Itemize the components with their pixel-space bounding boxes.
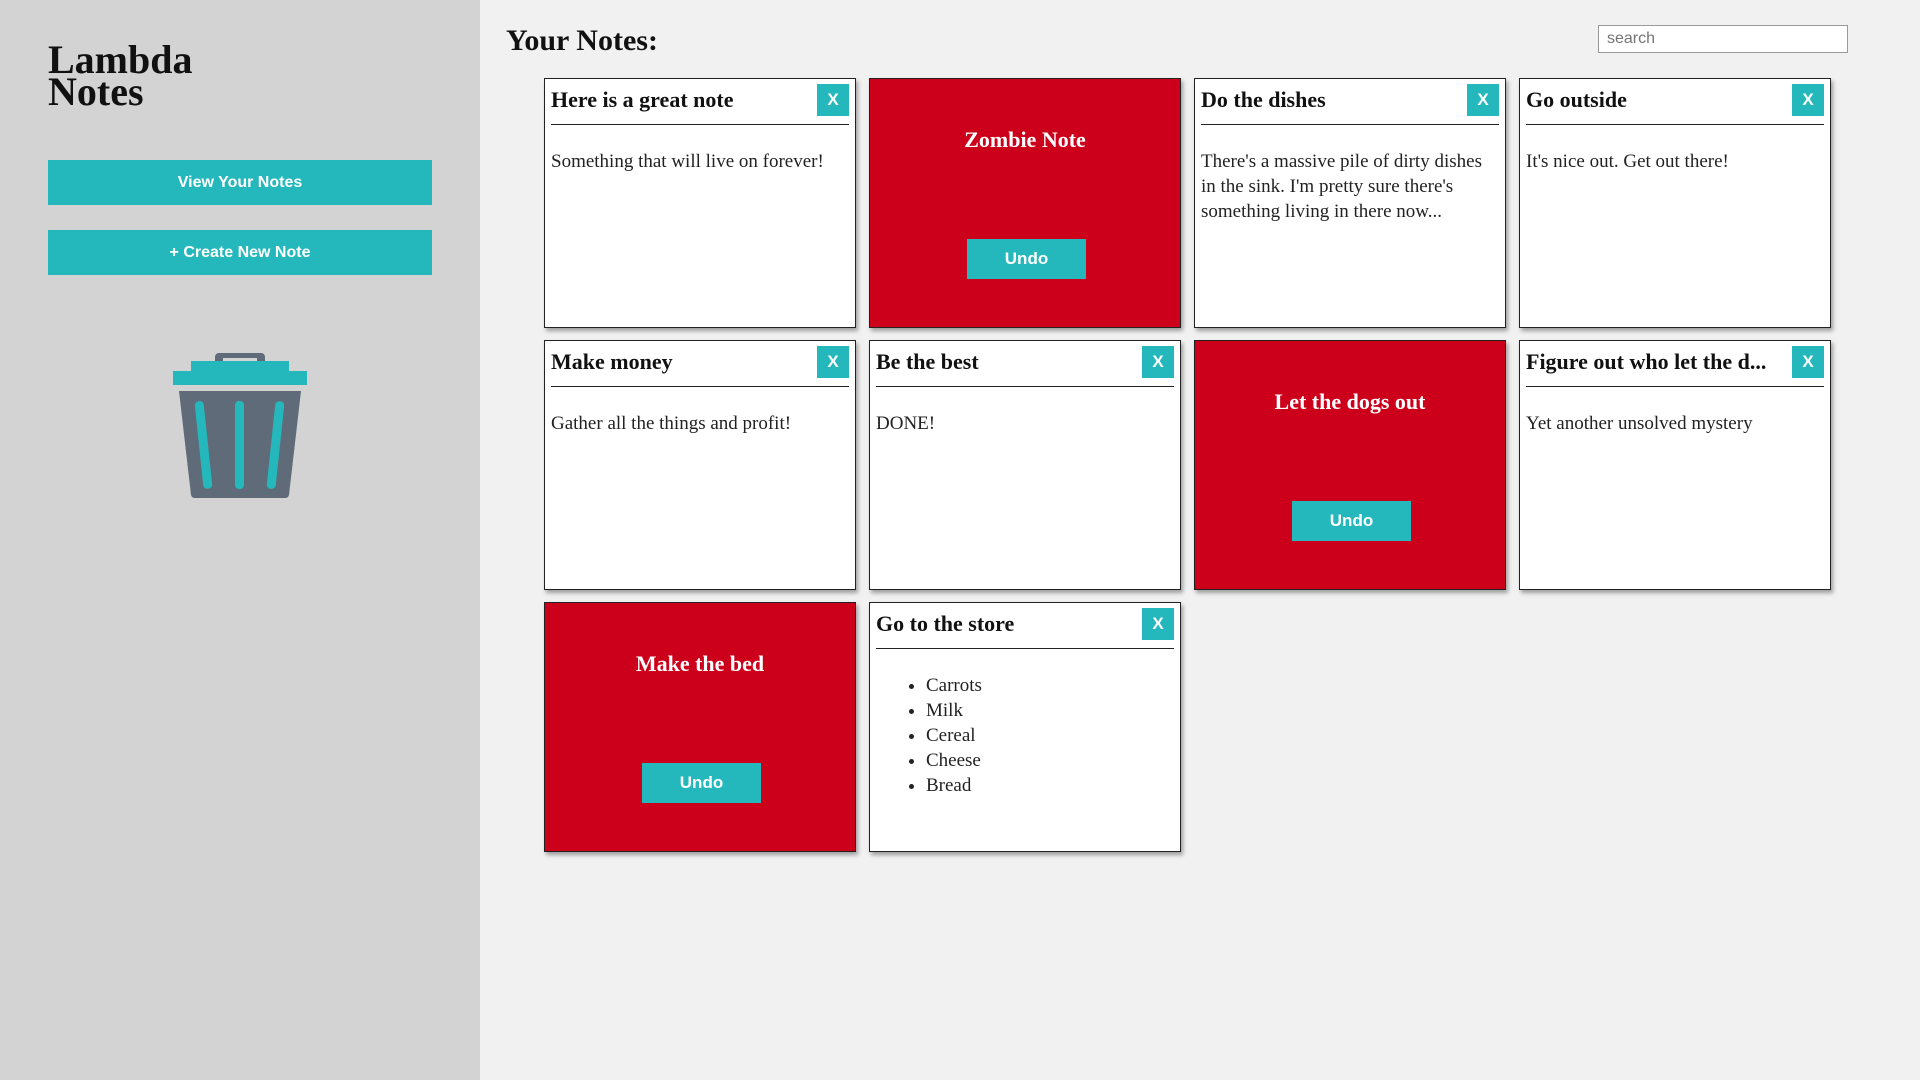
list-item: Milk — [926, 698, 982, 723]
list-item: Cheese — [926, 748, 982, 773]
note-header: Here is a great note X — [551, 79, 849, 125]
note-title: Do the dishes — [1201, 87, 1326, 112]
delete-note-button[interactable]: X — [1792, 346, 1824, 378]
list-item: Bread — [926, 773, 982, 798]
note-body: There's a massive pile of dirty dishes i… — [1201, 151, 1482, 222]
view-notes-button[interactable]: View Your Notes — [48, 160, 432, 205]
note-title: Go to the store — [876, 611, 1015, 636]
note-title: Here is a great note — [551, 87, 734, 112]
note-header: Be the best X — [876, 341, 1174, 387]
note-title: Go outside — [1526, 87, 1627, 112]
delete-note-button[interactable]: X — [817, 84, 849, 116]
undo-button[interactable]: Undo — [967, 239, 1086, 279]
note-card[interactable]: Here is a great note X Something that wi… — [544, 78, 856, 328]
note-header: Go to the store X — [876, 603, 1174, 649]
note-title: Figure out who let the d... — [1526, 349, 1767, 374]
deleted-note-card: Let the dogs out Undo — [1194, 340, 1506, 590]
delete-note-button[interactable]: X — [1142, 608, 1174, 640]
note-body: It's nice out. Get out there! — [1526, 151, 1729, 172]
note-title: Make money — [551, 349, 673, 374]
note-card[interactable]: Figure out who let the d... X Yet anothe… — [1519, 340, 1831, 590]
list-item: Carrots — [926, 673, 982, 698]
search-input[interactable] — [1598, 25, 1848, 53]
note-title: Be the best — [876, 349, 979, 374]
delete-note-button[interactable]: X — [817, 346, 849, 378]
undo-button[interactable]: Undo — [642, 763, 761, 803]
note-card[interactable]: Make money X Gather all the things and p… — [544, 340, 856, 590]
note-body: DONE! — [876, 413, 936, 434]
note-card[interactable]: Do the dishes X There's a massive pile o… — [1194, 78, 1506, 328]
undo-button[interactable]: Undo — [1292, 501, 1411, 541]
note-card[interactable]: Go outside X It's nice out. Get out ther… — [1519, 78, 1831, 328]
note-title: Let the dogs out — [1274, 389, 1426, 414]
deleted-note-card: Zombie Note Undo — [869, 78, 1181, 328]
note-body: Yet another unsolved mystery — [1526, 413, 1753, 434]
note-card[interactable]: Be the best X DONE! — [869, 340, 1181, 590]
sidebar: Lambda Notes View Your Notes + Create Ne… — [0, 0, 480, 1080]
delete-note-button[interactable]: X — [1142, 346, 1174, 378]
note-body: Something that will live on forever! — [551, 151, 824, 172]
app-title: Lambda Notes — [48, 40, 193, 112]
delete-note-button[interactable]: X — [1467, 84, 1499, 116]
create-note-button[interactable]: + Create New Note — [48, 230, 432, 275]
note-header: Do the dishes X — [1201, 79, 1499, 125]
list-item: Cereal — [926, 723, 982, 748]
delete-note-button[interactable]: X — [1792, 84, 1824, 116]
note-body: Gather all the things and profit! — [551, 413, 792, 434]
note-header: Go outside X — [1526, 79, 1824, 125]
note-header: Make money X — [551, 341, 849, 387]
page-title: Your Notes: — [506, 24, 658, 57]
trash-can-icon[interactable] — [173, 351, 307, 499]
note-title: Make the bed — [635, 651, 765, 676]
note-title: Zombie Note — [964, 127, 1086, 152]
note-list: Carrots Milk Cereal Cheese Bread — [926, 673, 982, 798]
note-card[interactable]: Go to the store X Carrots Milk Cereal Ch… — [869, 602, 1181, 852]
note-header: Figure out who let the d... X — [1526, 341, 1824, 387]
deleted-note-card: Make the bed Undo — [544, 602, 856, 852]
